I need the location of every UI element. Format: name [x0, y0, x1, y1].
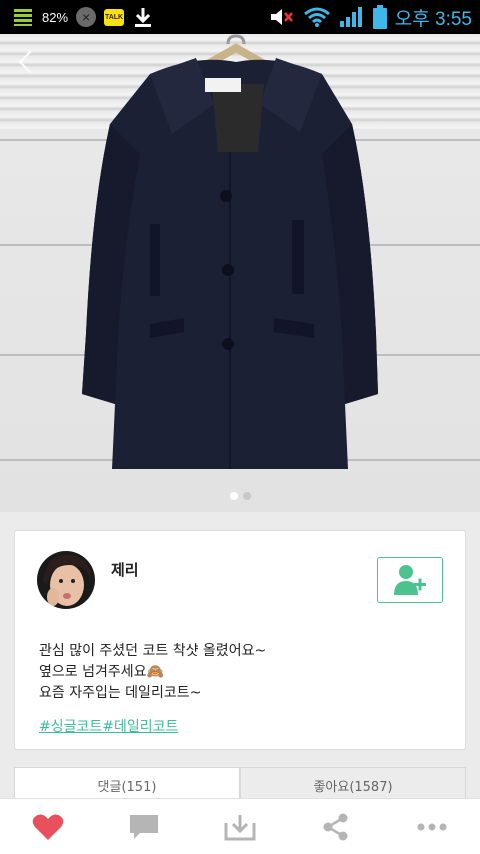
clock: 오후 3:55	[394, 8, 472, 30]
page-dot	[242, 492, 251, 500]
mute-icon	[269, 6, 295, 28]
caption-line: 관심 많이 주셨던 코트 착샷 올렸어요~	[39, 643, 267, 659]
signal-icon	[339, 6, 365, 28]
heart-icon	[32, 814, 64, 840]
download-notification-icon	[132, 6, 154, 28]
more-icon	[417, 823, 447, 830]
download-icon	[224, 814, 256, 840]
status-bar: 82% × TALK 오후 3:55	[0, 0, 480, 34]
caption-line: 요즘 자주입는 데일리코트~	[39, 685, 202, 701]
battery-icon	[372, 5, 387, 29]
post-caption: 관심 많이 주셨던 코트 착샷 올렸어요~ 옆으로 넘겨주세요🙈 요즘 자주입는…	[39, 641, 266, 704]
follow-button[interactable]	[377, 557, 443, 603]
battery-percent: 82%	[42, 9, 69, 25]
comment-button[interactable]	[114, 802, 174, 852]
avatar[interactable]	[37, 551, 95, 609]
username[interactable]: 제리	[111, 559, 139, 580]
hashtags-link[interactable]: #싱글코트#데일리코트	[39, 716, 178, 736]
page-dot-active	[229, 492, 238, 500]
download-button[interactable]	[210, 802, 270, 852]
wifi-icon	[303, 6, 331, 28]
share-button[interactable]	[306, 802, 366, 852]
caption-line: 옆으로 넘겨주세요🙈	[39, 664, 164, 680]
post-photo[interactable]	[0, 34, 480, 512]
comment-icon	[130, 814, 158, 839]
more-button[interactable]	[402, 802, 462, 852]
add-user-icon	[394, 565, 426, 595]
storage-icon	[12, 6, 34, 28]
bottom-toolbar	[0, 798, 480, 854]
coat-image	[82, 34, 378, 469]
kakaotalk-icon: TALK	[104, 8, 125, 26]
page-indicator	[0, 492, 480, 500]
share-icon	[323, 813, 348, 840]
post-card: 제리 관심 많이 주셨던 코트 착샷 올렸어요~ 옆으로 넘겨주세요🙈 요즘 자…	[14, 530, 466, 750]
close-notification-icon: ×	[76, 7, 97, 27]
like-button[interactable]	[18, 802, 78, 852]
